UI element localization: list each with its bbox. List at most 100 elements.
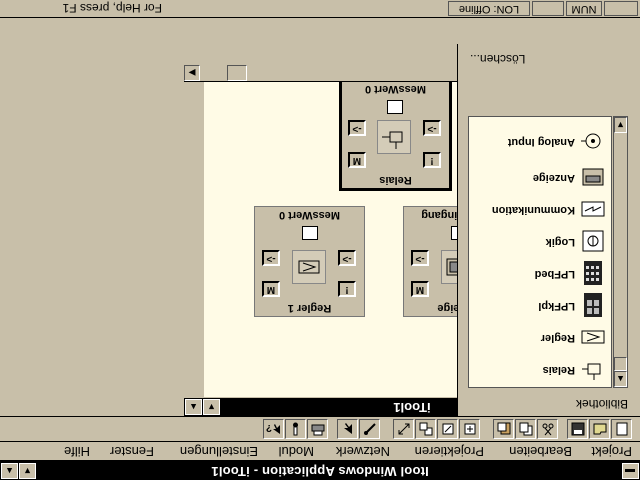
link-module-button[interactable]	[415, 419, 436, 439]
horizontal-scroll-thumb[interactable]	[227, 65, 247, 81]
list-item-label: Kommunikation	[491, 204, 575, 216]
copy-button[interactable]	[515, 419, 536, 439]
library-scroll-down-button[interactable]: ▲	[614, 371, 627, 387]
analog-input-icon	[581, 133, 601, 149]
menu-netzwerk[interactable]: Netzwerk	[336, 444, 390, 459]
logic-icon	[582, 230, 604, 252]
status-blank-cell	[604, 1, 638, 16]
list-item-kommunikation[interactable]: Kommunikation	[471, 195, 607, 223]
module-title: MessWert 0	[279, 209, 340, 221]
open-button[interactable]	[589, 419, 610, 439]
pointer-button[interactable]	[337, 419, 358, 439]
thermometer-icon	[293, 422, 298, 436]
module-relais[interactable]: Relais ! M -> -> MessWert 0	[339, 77, 452, 191]
new-file-icon	[616, 422, 628, 436]
edit-module-icon	[442, 423, 454, 435]
connect-button[interactable]	[359, 419, 380, 439]
input-button[interactable]: ->	[338, 250, 356, 266]
menu-modul[interactable]: Modul	[279, 444, 314, 459]
help-hint: For Help, press F1	[62, 1, 162, 15]
save-button[interactable]	[567, 419, 588, 439]
screen: Itool Windows Application - iTool1 ▼ ▲ P…	[0, 0, 640, 480]
menu-bar: Projekt Bearbeiten Projektieren Netzwerk…	[0, 441, 640, 460]
app-title-bar: Itool Windows Application - iTool1 ▼ ▲	[0, 460, 640, 480]
lon-status-indicator: LON: Offline	[448, 1, 530, 16]
connector-icon[interactable]	[302, 226, 318, 240]
add-module-button[interactable]	[459, 419, 480, 439]
resize-arrows-icon	[398, 423, 410, 435]
list-item-label: Analog Input	[507, 136, 575, 148]
pointer-icon	[344, 423, 352, 434]
alarm-button[interactable]: !	[423, 152, 441, 168]
list-item-anzeige[interactable]: Anzeige	[471, 163, 607, 191]
scroll-left-button[interactable]: ▶	[184, 65, 200, 81]
maximize-button[interactable]: ▲	[1, 463, 18, 479]
delete-button[interactable]: Löschen...	[470, 52, 525, 66]
module-name: Regler 1	[287, 302, 332, 314]
copy-icon	[519, 422, 533, 436]
list-item-label: Logik	[545, 236, 575, 248]
resize-button[interactable]	[393, 419, 414, 439]
add-module-icon	[464, 423, 476, 435]
input-button[interactable]: ->	[423, 120, 441, 136]
list-item-lpfbed[interactable]: LPFbed	[471, 259, 607, 287]
output-button[interactable]: ->	[262, 250, 280, 266]
connector-icon[interactable]	[387, 100, 403, 114]
module-regler-1[interactable]: Regler 1 ! M -> -> MessWert 0	[254, 206, 365, 317]
save-disk-icon	[571, 422, 585, 436]
display-icon	[582, 168, 604, 186]
controller-symbol-icon	[292, 250, 326, 284]
minimize-button[interactable]: ▼	[19, 463, 36, 479]
library-scrollbar[interactable]: ▲ ▼	[613, 116, 628, 388]
num-lock-indicator: NUM	[566, 1, 602, 16]
new-button[interactable]	[611, 419, 632, 439]
connect-icon	[364, 423, 376, 435]
status-empty-cell	[532, 1, 564, 16]
mode-button[interactable]: M	[411, 281, 429, 297]
app-title: Itool Windows Application - iTool1	[211, 464, 429, 479]
menu-bearbeiten[interactable]: Bearbeiten	[509, 444, 572, 459]
output-button[interactable]: ->	[411, 250, 429, 266]
output-button[interactable]: ->	[348, 120, 366, 136]
menu-projektieren[interactable]: Projektieren	[415, 444, 484, 459]
library-scroll-up-button[interactable]: ▼	[614, 117, 627, 133]
communication-icon	[581, 201, 605, 217]
menu-hilfe[interactable]: Hilfe	[64, 444, 90, 459]
menu-einstellungen[interactable]: Einstellungen	[180, 444, 258, 459]
module-title: MessWert 0	[365, 83, 426, 95]
list-item-label: LPFkpl	[538, 300, 575, 312]
list-item-relais[interactable]: Relais	[471, 355, 607, 383]
alarm-button[interactable]: !	[338, 281, 356, 297]
menu-projekt[interactable]: Projekt	[592, 444, 632, 459]
property-button[interactable]	[285, 419, 306, 439]
context-help-button[interactable]: ?	[263, 419, 284, 439]
mode-button[interactable]: M	[262, 281, 280, 297]
lpf-bed-icon	[584, 261, 602, 285]
lpf-kpl-icon	[584, 293, 602, 317]
edit-module-button[interactable]	[437, 419, 458, 439]
help-pointer-icon: ?	[266, 422, 280, 434]
print-button[interactable]	[307, 419, 328, 439]
child-minimize-button[interactable]: ▼	[203, 399, 220, 415]
library-scroll-thumb[interactable]	[614, 357, 627, 371]
library-header: Bibliothek	[575, 397, 628, 411]
relay-icon	[582, 363, 601, 380]
paste-button[interactable]	[493, 419, 514, 439]
list-item-label: Anzeige	[532, 172, 575, 184]
list-item-analog-input[interactable]: Analog Input	[471, 127, 607, 155]
open-folder-icon	[593, 423, 607, 435]
list-item-regler[interactable]: Regler	[471, 323, 607, 351]
status-bar: NUM LON: Offline For Help, press F1	[0, 0, 640, 18]
list-item-label: Relais	[542, 364, 575, 376]
menu-fenster[interactable]: Fenster	[110, 444, 154, 459]
child-maximize-button[interactable]: ▲	[185, 399, 202, 415]
controller-icon	[581, 330, 605, 344]
list-item-lpfkpl[interactable]: LPFkpl	[471, 291, 607, 319]
list-item-label: Regler	[540, 332, 575, 344]
svg-text:?: ?	[266, 422, 272, 433]
library-list[interactable]: Relais Regler LPFkpl LPFbed Logik Kommun…	[468, 116, 612, 388]
list-item-logik[interactable]: Logik	[471, 227, 607, 255]
cut-button[interactable]	[537, 419, 558, 439]
mode-button[interactable]: M	[348, 152, 366, 168]
printer-icon	[311, 424, 325, 436]
